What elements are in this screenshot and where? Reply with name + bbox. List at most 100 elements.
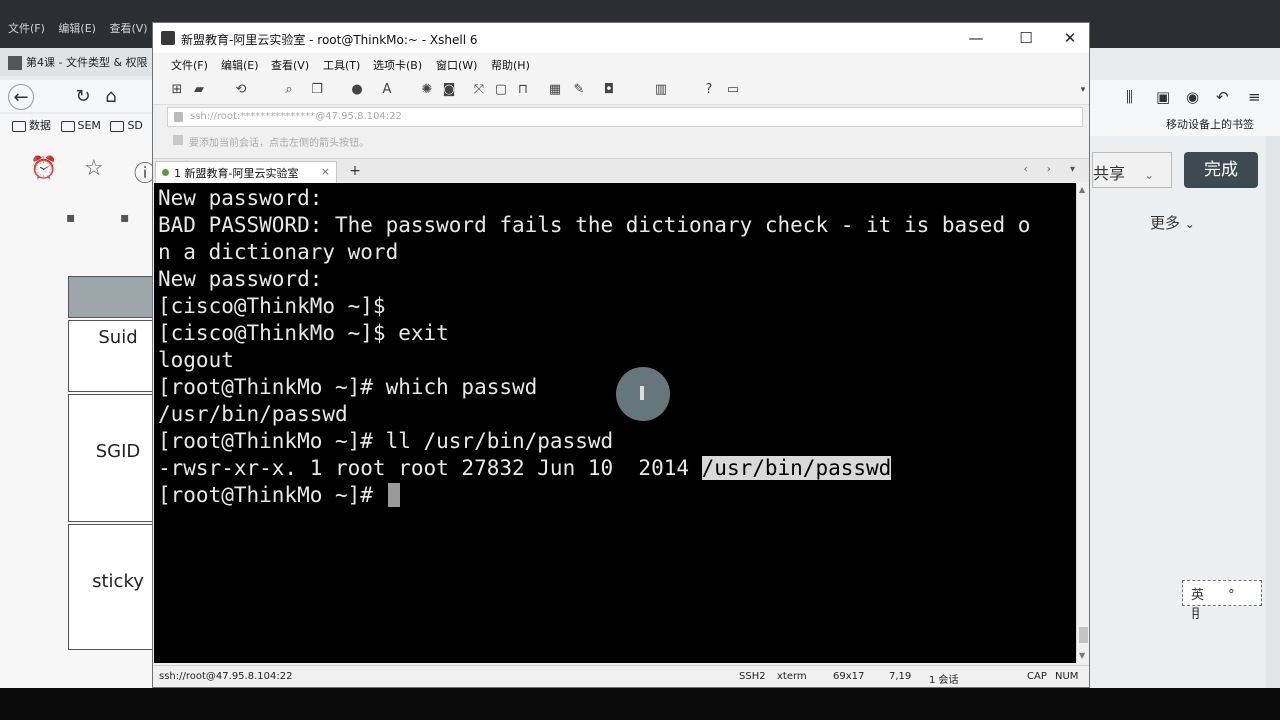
prompt-text: [root@ThinkMo ~]# — [158, 483, 386, 507]
undo-icon[interactable]: ↶ — [1216, 88, 1229, 106]
open-folder-icon[interactable]: ▰ — [191, 83, 207, 97]
window-titlebar[interactable]: 新盟教育-阿里云实验室 - root@ThinkMo:~ - Xshell 6 … — [153, 23, 1089, 53]
terminal-line: BAD PASSWORD: The password fails the dic… — [158, 213, 1031, 237]
toolbar-overflow-icon[interactable]: ▾ — [1075, 83, 1091, 97]
bg-menu-view[interactable]: 查看(V) — [109, 22, 147, 35]
menu-tabs[interactable]: 选项卡(B) — [373, 57, 422, 73]
status-numlock: NUM — [1055, 671, 1079, 682]
font-icon[interactable]: A — [379, 83, 395, 97]
menu-icon[interactable]: ≡ — [1248, 88, 1261, 106]
browser-nav-bar: ← ↻ ⌂ — [0, 80, 160, 112]
tab-navigation[interactable]: ‹ › ▾ — [1024, 164, 1083, 175]
library-icon[interactable]: ⫼ — [1126, 88, 1133, 106]
bookmark-item[interactable]: 数据 — [12, 119, 51, 132]
session-add-icon[interactable] — [173, 135, 183, 145]
chat-icon[interactable]: ▭ — [725, 83, 741, 97]
status-sessions: 1 会话 — [929, 675, 959, 686]
help-icon[interactable]: ? — [701, 83, 717, 97]
menu-window[interactable]: 窗口(W) — [436, 57, 477, 73]
browser-tab-title: 第4课 - 文件类型 & 权限 — [26, 56, 148, 69]
star-icon[interactable]: ☆ — [84, 156, 104, 181]
scroll-up-icon[interactable]: ▲ — [1079, 185, 1085, 194]
session-hint-bar: 要添加当前会话，点击左侧的箭头按钮。 — [167, 131, 1083, 151]
transfer-icon[interactable]: ◙ — [441, 83, 457, 97]
tab-session-1[interactable]: 1 新盟教育-阿里云实验室 × — [155, 161, 337, 183]
terminal-line: /usr/bin/passwd — [158, 402, 348, 426]
bookmark-item[interactable]: SEM — [60, 119, 101, 132]
terminal-line: [cisco@ThinkMo ~]$ — [158, 294, 386, 318]
script-icon[interactable]: ✺ — [419, 83, 435, 97]
folder-icon — [12, 120, 26, 132]
chevron-down-icon: ⌄ — [1184, 217, 1195, 231]
menu-tools[interactable]: 工具(T) — [323, 57, 360, 73]
bg-menu-edit[interactable]: 编辑(E) — [58, 22, 96, 35]
scroll-down-icon[interactable]: ▼ — [1079, 651, 1085, 660]
taskbar — [0, 688, 1280, 720]
globe-icon[interactable]: ● — [349, 83, 365, 97]
terminal-line: n a dictionary word — [158, 240, 399, 264]
address-bar[interactable]: ssh://root:***************@47.95.8.104:2… — [167, 107, 1083, 127]
scroll-thumb[interactable] — [1079, 627, 1088, 643]
terminal-line-ls: -rwsr-xr-x. 1 root root 27832 Jun 10 201… — [158, 455, 892, 482]
add-tab-button[interactable]: + — [347, 162, 363, 180]
compose-icon[interactable]: ◘ — [601, 83, 617, 97]
home-icon[interactable]: ⌂ — [98, 84, 124, 110]
maximize-icon[interactable]: ☐ — [1009, 25, 1043, 51]
terminal-line: New password: — [158, 267, 323, 291]
minimize-icon[interactable]: — — [959, 25, 993, 51]
menu-file[interactable]: 文件(F) — [171, 57, 208, 73]
done-button[interactable]: 完成 — [1184, 152, 1258, 188]
lock-icon[interactable]: ⊓ — [515, 83, 531, 97]
menu-edit[interactable]: 编辑(E) — [221, 57, 259, 73]
bookmark-item[interactable]: SD — [110, 119, 143, 132]
keyboard-icon[interactable]: ▦ — [547, 83, 563, 97]
terminal-line: logout — [158, 348, 234, 372]
selected-text: /usr/bin/passwd — [701, 456, 892, 480]
account-icon[interactable]: ◉ — [1186, 88, 1199, 106]
terminal-prompt-line: [root@ThinkMo ~]# — [158, 482, 400, 509]
address-text: ssh://root:***************@47.95.8.104:2… — [190, 111, 402, 122]
page-scrollbar[interactable] — [1266, 136, 1280, 688]
screen-icon[interactable]: ▢ — [493, 83, 509, 97]
browser-tab[interactable]: 第4课 - 文件类型 & 权限 — [0, 48, 160, 76]
terminal-line: [root@ThinkMo ~]# ll /usr/bin/passwd — [158, 429, 614, 453]
more-dropdown[interactable]: 更多 ⌄ — [1150, 212, 1195, 233]
mobile-bookmarks[interactable]: 移动设备上的书签 — [1166, 116, 1254, 132]
xshell-window: 新盟教育-阿里云实验室 - root@ThinkMo:~ - Xshell 6 … — [152, 22, 1090, 688]
new-session-icon[interactable]: ⊞ — [169, 83, 185, 97]
address-lock-icon — [174, 112, 183, 122]
search-icon[interactable]: ⌕ — [281, 83, 297, 97]
fullscreen-icon[interactable]: ⤧ — [471, 83, 487, 97]
copy-icon[interactable]: ❐ — [309, 83, 325, 97]
back-arrow-icon[interactable]: ← — [8, 84, 34, 110]
lock-small-icon: ▪ — [120, 210, 130, 226]
folder-icon — [110, 120, 125, 132]
session-hint-text: 要添加当前会话，点击左侧的箭头按钮。 — [189, 138, 369, 149]
tab-close-icon[interactable]: × — [321, 165, 330, 178]
status-capslock: CAP — [1027, 671, 1047, 682]
connected-status-icon — [162, 169, 169, 176]
share-button[interactable]: 共享 ⌄ — [1092, 152, 1172, 188]
session-tabbar: 1 新盟教育-阿里云实验室 × + ‹ › ▾ — [153, 158, 1089, 183]
alarm-icon[interactable]: ⏰ — [30, 156, 57, 181]
toolbar: ⊞ ▰ ⟲ ⌕ ❐ ● A ✺ ◙ ⤧ ▢ ⊓ ▦ ✎ ◘ ▥ ? ▭ ▾ — [153, 75, 1089, 105]
layout-icon[interactable]: ▥ — [653, 83, 669, 97]
menu-help[interactable]: 帮助(H) — [491, 57, 530, 73]
xshell-app-icon — [161, 31, 175, 45]
menubar: 文件(F) 编辑(E) 查看(V) 工具(T) 选项卡(B) 窗口(W) 帮助(… — [153, 53, 1089, 75]
terminal-scrollbar[interactable]: ▲ ▼ — [1076, 183, 1089, 663]
chevron-down-icon: ⌄ — [1144, 168, 1155, 182]
sidebar-icon[interactable]: ▣ — [1156, 88, 1170, 106]
terminal-line: New password: — [158, 186, 323, 210]
folder-icon — [60, 120, 75, 132]
menu-view[interactable]: 查看(V) — [271, 57, 309, 73]
reconnect-icon[interactable]: ⟲ — [233, 83, 249, 97]
bg-menu-file[interactable]: 文件(F) — [8, 22, 45, 35]
highlight-icon[interactable]: ✎ — [571, 83, 587, 97]
ime-toolbar[interactable]: 英 ° ⺝ — [1182, 580, 1262, 622]
terminal-output[interactable]: New password: BAD PASSWORD: The password… — [154, 183, 1076, 663]
close-icon[interactable]: ✕ — [1053, 25, 1087, 51]
ls-output-prefix: -rwsr-xr-x. 1 root root 27832 Jun 10 201… — [158, 456, 702, 480]
reload-icon[interactable]: ↻ — [70, 84, 96, 110]
tab-label: 1 新盟教育-阿里云实验室 — [174, 167, 299, 180]
